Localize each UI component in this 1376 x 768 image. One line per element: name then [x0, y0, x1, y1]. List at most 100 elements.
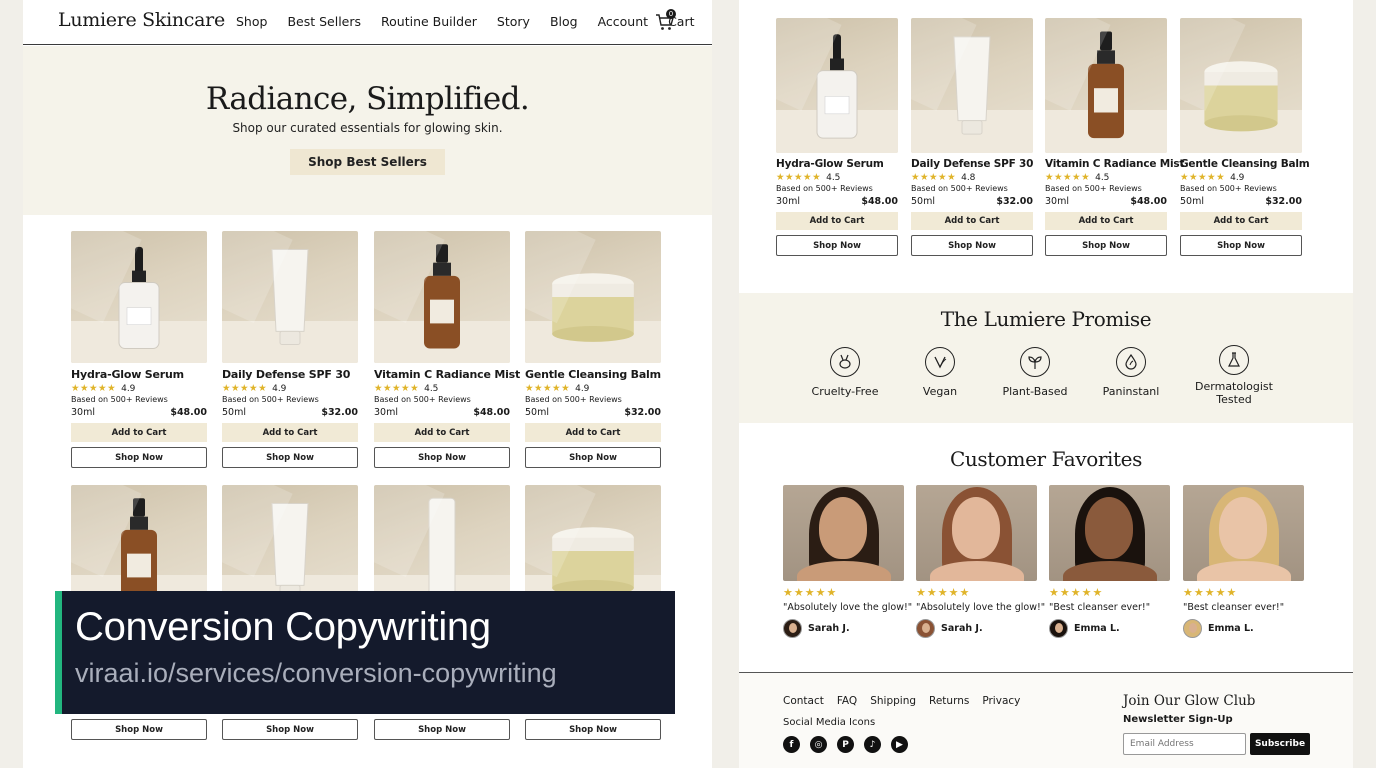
add-to-cart-button[interactable]: Add to Cart [911, 212, 1033, 230]
shop-now-button[interactable]: Shop Now [525, 447, 661, 468]
product-title[interactable]: Vitamin C Radiance Mist [374, 368, 520, 381]
product-image[interactable] [911, 18, 1033, 153]
add-to-cart-button[interactable]: Add to Cart [525, 423, 661, 442]
product-price: $32.00 [321, 407, 358, 418]
overlay-url[interactable]: viraai.io/services/conversion-copywritin… [75, 658, 557, 689]
footer-link-faq[interactable]: FAQ [837, 695, 857, 707]
product-image[interactable] [374, 231, 510, 363]
subscribe-button[interactable]: Subscribe [1250, 733, 1310, 755]
footer-link-shipping[interactable]: Shipping [870, 695, 916, 707]
review-count: Based on 500+ Reviews [1045, 184, 1142, 193]
product-price: $48.00 [473, 407, 510, 418]
size-price-row: 50ml $32.00 [911, 196, 1033, 207]
add-to-cart-button[interactable]: Add to Cart [1045, 212, 1167, 230]
avatar [916, 619, 935, 638]
footer-link-privacy[interactable]: Privacy [982, 695, 1020, 707]
product-card[interactable]: Daily Defense SPF 30 ★★★★★ 4.8 Based on … [911, 18, 1033, 256]
review-count: Based on 500+ Reviews [222, 395, 319, 404]
star-rating-icon: ★★★★★ [71, 383, 117, 394]
shop-best-sellers-button[interactable]: Shop Best Sellers [290, 149, 445, 175]
product-image[interactable] [222, 231, 358, 363]
avatar [783, 619, 802, 638]
footer-link-contact[interactable]: Contact [783, 695, 824, 707]
leaf-v-icon [925, 347, 955, 377]
product-price: $32.00 [624, 407, 661, 418]
nav-shop[interactable]: Shop [236, 14, 267, 29]
shop-now-button[interactable]: Shop Now [71, 447, 207, 468]
shop-now-button[interactable]: Shop Now [222, 719, 358, 740]
pinterest-icon[interactable]: P [837, 736, 854, 753]
shop-now-button[interactable]: Shop Now [1180, 235, 1302, 256]
nav-story[interactable]: Story [497, 14, 530, 29]
tiktok-icon[interactable]: ♪ [864, 736, 881, 753]
shop-now-button[interactable]: Shop Now [222, 447, 358, 468]
product-image[interactable] [1180, 18, 1302, 153]
promise-label: Vegan [922, 385, 958, 398]
rating-value: 4.5 [424, 383, 439, 394]
nav-routine-builder[interactable]: Routine Builder [381, 14, 477, 29]
review-count: Based on 500+ Reviews [1180, 184, 1277, 193]
shop-now-button[interactable]: Shop Now [374, 447, 510, 468]
product-card[interactable]: Hydra-Glow Serum ★★★★★ 4.9 Based on 500+… [71, 231, 207, 468]
promise-item: Vegan [885, 347, 995, 398]
nav-account[interactable]: Account [598, 14, 648, 29]
add-to-cart-button[interactable]: Add to Cart [374, 423, 510, 442]
add-to-cart-button[interactable]: Add to Cart [1180, 212, 1302, 230]
product-size: 50ml [222, 407, 246, 418]
shop-now-button[interactable]: Shop Now [71, 719, 207, 740]
product-title[interactable]: Daily Defense SPF 30 [911, 158, 1033, 170]
size-price-row: 50ml $32.00 [222, 407, 358, 418]
product-image[interactable] [71, 231, 207, 363]
nav-blog[interactable]: Blog [550, 14, 578, 29]
product-card[interactable]: Gentle Cleansing Balm ★★★★★ 4.9 Based on… [525, 231, 661, 468]
review-count: Based on 500+ Reviews [525, 395, 622, 404]
product-card[interactable]: Daily Defense SPF 30 ★★★★★ 4.9 Based on … [222, 231, 358, 468]
shop-now-button[interactable]: Shop Now [374, 719, 510, 740]
shop-now-button[interactable]: Shop Now [1045, 235, 1167, 256]
review-count: Based on 500+ Reviews [776, 184, 873, 193]
youtube-icon[interactable]: ▶ [891, 736, 908, 753]
facebook-icon[interactable]: f [783, 736, 800, 753]
social-label: Social Media Icons [783, 717, 876, 728]
review-count: Based on 500+ Reviews [911, 184, 1008, 193]
shop-now-button[interactable]: Shop Now [525, 719, 661, 740]
product-image[interactable] [776, 18, 898, 153]
product-price: $32.00 [1265, 196, 1302, 207]
star-rating-icon: ★★★★★ [222, 383, 268, 394]
promise-item: Plant-Based [980, 347, 1090, 398]
product-card[interactable]: Vitamin C Radiance Mist ★★★★★ 4.5 Based … [374, 231, 520, 468]
size-price-row: 50ml $32.00 [525, 407, 661, 418]
email-input[interactable] [1123, 733, 1246, 755]
product-image[interactable] [1045, 18, 1167, 153]
product-title[interactable]: Hydra-Glow Serum [71, 368, 207, 381]
promise-item: Cruelty-Free [790, 347, 900, 398]
instagram-icon[interactable]: ◎ [810, 736, 827, 753]
product-price: $48.00 [170, 407, 207, 418]
rating-row: ★★★★★ 4.9 [71, 383, 207, 394]
product-image[interactable] [525, 231, 661, 363]
club-subtitle: Newsletter Sign-Up [1123, 714, 1233, 725]
add-to-cart-button[interactable]: Add to Cart [222, 423, 358, 442]
product-card[interactable]: Gentle Cleansing Balm ★★★★★ 4.9 Based on… [1180, 18, 1310, 256]
promise-label: Cruelty-Free [811, 385, 879, 398]
product-title[interactable]: Gentle Cleansing Balm [525, 368, 661, 381]
add-to-cart-button[interactable]: Add to Cart [71, 423, 207, 442]
product-title[interactable]: Hydra-Glow Serum [776, 158, 898, 170]
size-price-row: 30ml $48.00 [776, 196, 898, 207]
footer-link-returns[interactable]: Returns [929, 695, 969, 707]
product-card[interactable]: Hydra-Glow Serum ★★★★★ 4.5 Based on 500+… [776, 18, 898, 256]
product-title[interactable]: Vitamin C Radiance Mist [1045, 158, 1184, 170]
nav-best-sellers[interactable]: Best Sellers [287, 14, 361, 29]
product-price: $32.00 [996, 196, 1033, 207]
site-logo[interactable]: Lumiere Skincare [58, 9, 225, 31]
shop-now-button[interactable]: Shop Now [911, 235, 1033, 256]
add-to-cart-button[interactable]: Add to Cart [776, 212, 898, 230]
product-title[interactable]: Daily Defense SPF 30 [222, 368, 358, 381]
review-stars-icon: ★★★★★ [916, 586, 971, 599]
shop-now-button[interactable]: Shop Now [776, 235, 898, 256]
review-stars-icon: ★★★★★ [783, 586, 838, 599]
hero-subtitle: Shop our curated essentials for glowing … [232, 121, 503, 135]
product-title[interactable]: Gentle Cleansing Balm [1180, 158, 1310, 170]
product-card[interactable]: Vitamin C Radiance Mist ★★★★★ 4.5 Based … [1045, 18, 1184, 256]
product-price: $48.00 [861, 196, 898, 207]
